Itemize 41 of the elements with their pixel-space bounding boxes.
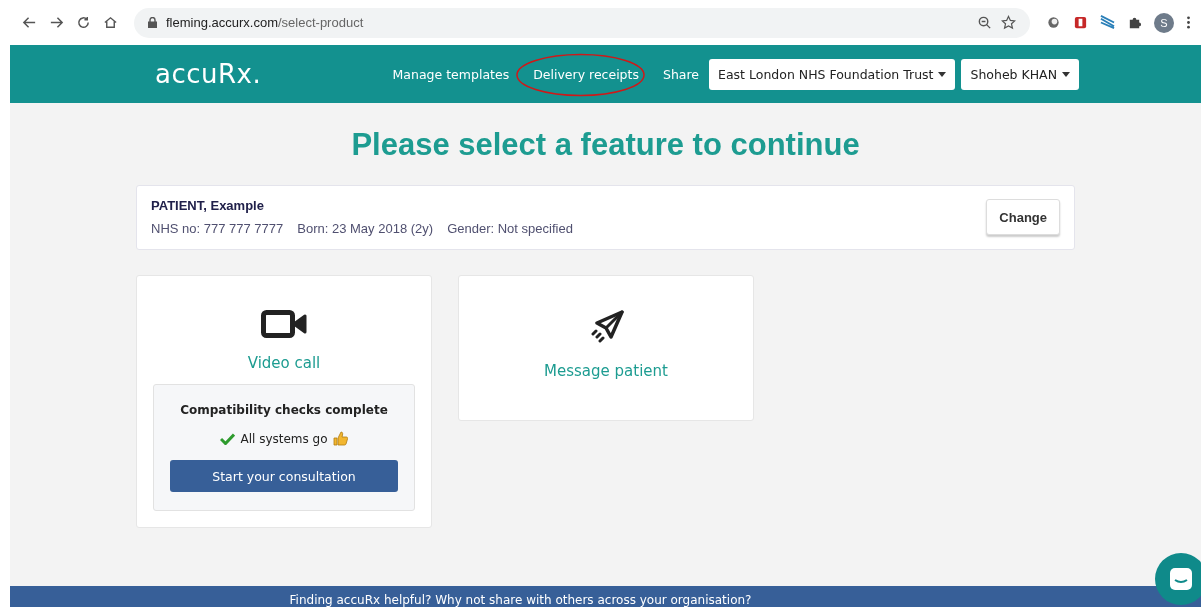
extension-icon[interactable] [1073, 15, 1088, 30]
footer-text: Finding accuRx helpful? Why not share with others across your organisation? [289, 593, 752, 607]
profile-avatar[interactable]: S [1154, 12, 1174, 33]
home-icon[interactable] [103, 15, 118, 30]
feature-card[interactable]: Message patient [458, 275, 754, 421]
zoom-icon[interactable] [977, 15, 992, 30]
extension-icon[interactable] [1046, 15, 1061, 30]
feature-card[interactable]: Video call Compatibility checks complete All systems go Start your consultation [136, 275, 432, 528]
change-button[interactable]: Change [986, 199, 1060, 235]
caret-icon [1062, 71, 1070, 77]
back-icon[interactable] [22, 15, 37, 30]
video-camera-icon [261, 310, 307, 338]
puzzle-icon[interactable] [1127, 15, 1142, 30]
patient-detail: NHS no: 777 777 7777 [151, 221, 284, 236]
menu-icon[interactable] [1186, 15, 1191, 30]
nav-link[interactable]: Share [662, 66, 700, 82]
checks-title: Compatibility checks complete [180, 403, 388, 417]
address-bar[interactable]: fleming.accurx.com/select-product [134, 7, 1030, 38]
page-heading: Please select a feature to continue [351, 127, 860, 163]
chat-icon [1169, 567, 1193, 591]
reload-icon[interactable] [76, 15, 91, 30]
feature-label: Message patient [544, 362, 668, 380]
check-icon [220, 432, 236, 445]
patient-detail: Born: 23 May 2018 (2y) [297, 221, 434, 236]
extension-icon[interactable] [1100, 15, 1115, 30]
patient-detail: Gender: Not specified [447, 221, 573, 236]
feature-label: Video call [247, 354, 321, 372]
start-consultation-button[interactable]: Start your consultation [170, 460, 398, 492]
lock-icon [148, 17, 157, 28]
dropdown-button[interactable]: East London NHS Foundation Trust [709, 58, 956, 90]
nav-link[interactable]: Manage templates [392, 66, 510, 82]
url-text: fleming.accurx.com/select-product [166, 15, 364, 30]
thumbs-up-icon [332, 431, 348, 446]
patient-name: PATIENT, Example [151, 198, 265, 213]
logo[interactable]: accuRx. [155, 59, 393, 89]
forward-icon[interactable] [49, 15, 64, 30]
chat-button[interactable] [1155, 553, 1201, 605]
caret-icon [938, 71, 947, 77]
star-icon[interactable] [1001, 15, 1016, 30]
checks-status: All systems go [240, 431, 328, 446]
dropdown-button[interactable]: Shoheb KHAN [961, 58, 1079, 90]
